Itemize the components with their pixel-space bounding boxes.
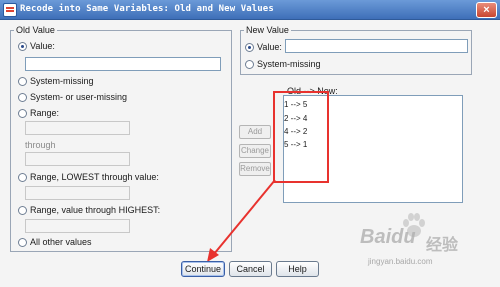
- help-button[interactable]: Help: [276, 261, 319, 277]
- watermark-brand: Baidu: [360, 226, 416, 248]
- baidu-watermark: Baidu 经验 jingyan.baidu.com: [360, 213, 495, 282]
- watermark-jingyan: 经验: [426, 237, 459, 254]
- watermark-url: jingyan.baidu.com: [368, 257, 433, 266]
- continue-button[interactable]: Continue: [181, 261, 225, 277]
- cancel-button[interactable]: Cancel: [229, 261, 272, 277]
